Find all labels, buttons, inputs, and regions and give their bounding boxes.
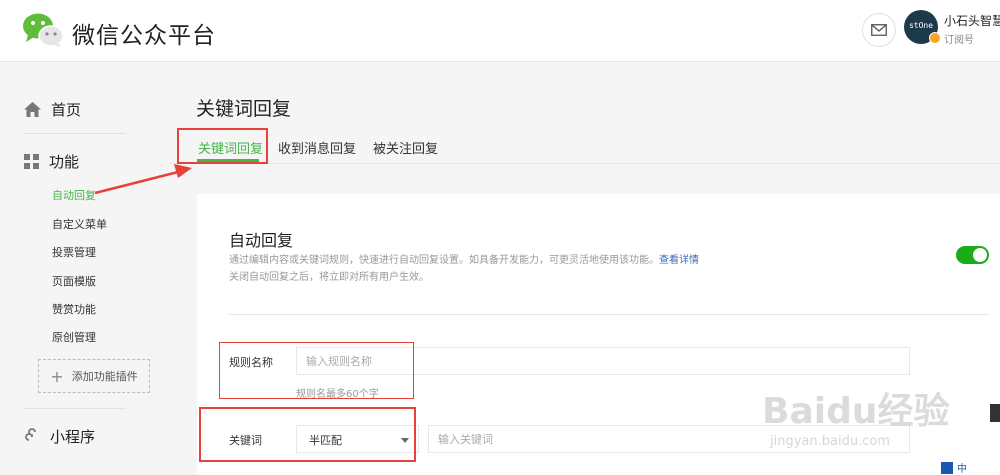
account-name[interactable]: 小石头智慧 xyxy=(944,12,1000,29)
sidebar-item-page-template[interactable]: 页面模版 xyxy=(52,273,96,289)
sidebar-item-mini-program[interactable]: 小程序 xyxy=(24,426,95,446)
sidebar-item-home[interactable]: 首页 xyxy=(24,99,81,119)
card-note: 关闭自动回复之后，将立即对所有用户生效。 xyxy=(229,272,429,283)
card-description: 通过编辑内容或关键词规则，快速进行自动回复设置。如具备开发能力，可更灵活地使用该… xyxy=(229,251,699,266)
sidebar-item-original[interactable]: 原创管理 xyxy=(52,329,96,345)
add-plugin-label: 添加功能插件 xyxy=(71,370,138,383)
page-title: 关键词回复 xyxy=(196,98,292,120)
sidebar-item-label: 首页 xyxy=(51,100,82,119)
scrollbar-thumb[interactable] xyxy=(990,404,1000,422)
description-text: 通过编辑内容或关键词规则，快速进行自动回复设置。如具备开发能力，可更灵活地使用该… xyxy=(229,255,659,266)
mini-program-icon xyxy=(25,428,36,441)
sidebar-item-label: 小程序 xyxy=(50,427,96,446)
ime-label: 中 xyxy=(957,464,967,475)
watermark: Baidu经验 xyxy=(762,391,950,432)
annotation-box-tab xyxy=(177,128,268,164)
divider xyxy=(229,314,989,315)
wechat-logo-icon[interactable] xyxy=(22,12,64,48)
plus-icon: + xyxy=(50,366,64,386)
sidebar-item-reward[interactable]: 赞赏功能 xyxy=(52,301,96,317)
ime-icon xyxy=(941,461,953,474)
sidebar-item-label: 功能 xyxy=(49,152,80,171)
sidebar-item-custom-menu[interactable]: 自定义菜单 xyxy=(52,216,107,232)
ime-indicator[interactable]: 中 xyxy=(941,460,1000,475)
add-plugin-button[interactable]: + 添加功能插件 xyxy=(38,359,150,393)
mail-icon xyxy=(871,24,887,36)
divider xyxy=(24,133,126,134)
verified-icon xyxy=(929,32,941,44)
annotation-box-rule-name xyxy=(219,342,414,399)
tab-message-reply[interactable]: 收到消息回复 xyxy=(278,138,356,157)
sidebar-item-auto-reply[interactable]: 自动回复 xyxy=(52,187,96,203)
annotation-box-keyword xyxy=(199,407,416,462)
details-link[interactable]: 查看详情 xyxy=(659,255,699,266)
tab-bar: 关键词回复 收到消息回复 被关注回复 xyxy=(170,126,1000,164)
account-type: 订阅号 xyxy=(944,35,974,46)
tab-follow-reply[interactable]: 被关注回复 xyxy=(373,138,438,157)
grid-icon xyxy=(24,153,39,169)
sidebar: 首页 功能 自动回复 自定义菜单 投票管理 页面模版 赞赏功能 原创管理 + 添… xyxy=(0,63,170,475)
top-header: 微信公众平台 stOne 小石头智慧 订阅号 xyxy=(0,0,1000,62)
auto-reply-toggle[interactable] xyxy=(956,246,989,264)
message-button[interactable] xyxy=(862,13,896,47)
sidebar-item-features[interactable]: 功能 xyxy=(24,151,79,171)
avatar-text: stOne xyxy=(908,21,934,30)
toggle-knob xyxy=(973,248,987,262)
home-icon xyxy=(24,101,41,117)
card-title: 自动回复 xyxy=(229,231,294,250)
sidebar-item-vote[interactable]: 投票管理 xyxy=(52,244,96,260)
brand-title: 微信公众平台 xyxy=(72,23,216,49)
watermark-url: jingyan.baidu.com xyxy=(770,434,890,449)
divider xyxy=(24,408,126,409)
